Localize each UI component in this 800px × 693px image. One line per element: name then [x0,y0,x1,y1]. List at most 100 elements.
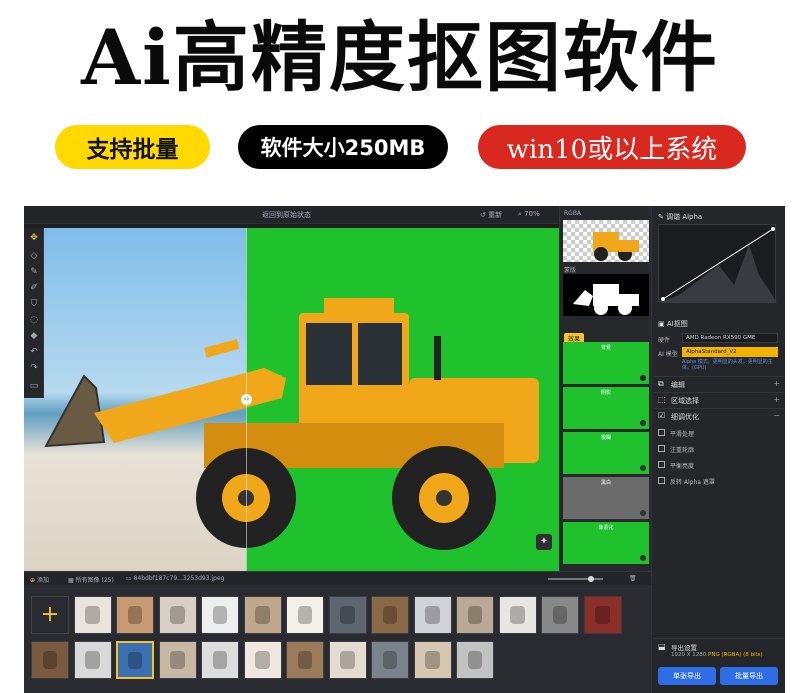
compare-handle[interactable]: ‹› [241,394,252,405]
effect-blur[interactable]: 模糊 [563,432,649,474]
current-file-name: ▭ 84bdbf187c79...3253d93.jpeg [126,575,225,582]
pencil-tool-icon[interactable]: ✎ [28,266,40,278]
option-label: 注重轮廓 [670,447,695,454]
image-thumbnail[interactable] [456,596,494,634]
option-label: 反转 Alpha 遮罩 [670,479,715,486]
refine-section[interactable]: ☑ 细调优化 − [654,408,784,422]
model-tip: Alpha 模式。更明显的头发。更明显的主体。(GPU) [682,359,773,371]
mask-preview[interactable] [563,274,649,316]
region-select-section[interactable]: ⬚ 区域选择 + [654,392,784,406]
export-batch-button[interactable]: 批量导出 [720,667,778,685]
zoom-control[interactable]: ⌕ 70% [518,210,540,219]
image-thumbnail[interactable] [158,641,197,679]
image-thumbnail[interactable] [73,596,112,634]
image-thumbnail[interactable] [328,641,367,679]
image-thumbnail[interactable] [371,596,409,634]
undo-icon[interactable]: ↶ [28,346,40,358]
image-thumbnail[interactable] [328,596,367,634]
brush-tool-icon[interactable]: ✐ [28,282,40,294]
eraser-tool-icon[interactable]: ◇ [28,250,40,262]
edit-icon: ⧉ [658,379,664,388]
thumbnail-size-slider[interactable] [548,576,603,582]
option-smooth[interactable]: 平滑处理 [658,428,778,438]
page-title: Ai高精度抠图软件 [81,13,719,102]
image-thumbnail[interactable] [243,596,282,634]
effect-label: 阴影 [600,390,611,396]
image-thumbnail[interactable] [413,641,452,679]
model-label: AI 模型 [658,351,678,358]
refine-label: 细调优化 [671,413,699,421]
export-icon: ⬓ [658,642,666,651]
export-single-button[interactable]: 单张导出 [658,667,716,685]
effect-grayscale[interactable]: 黑白 [563,477,649,519]
model-select[interactable]: AlphaStandard_V2 [682,347,778,357]
zoom-value: 70% [524,210,540,218]
filmstrip-toolbar: ⊕ 添加 ▦ 所有图像 (25) ▭ 84bdbf187c79...3253d9… [24,571,651,585]
image-thumbnail[interactable] [583,596,622,634]
export-settings[interactable]: ⬓ 导出设置 1920 X 1280 PNG (RGBA) (8 bits) [654,638,784,662]
move-tool-icon[interactable]: ✥ [28,232,40,244]
checkbox[interactable] [658,477,665,484]
image-thumbnail[interactable] [286,596,324,634]
image-thumbnail[interactable] [116,641,154,679]
edit-label: 编辑 [671,381,685,389]
option-brightness[interactable]: 平衡亮度 [658,460,778,470]
effect-shadow[interactable]: 阴影 [563,387,649,429]
region-label: 区域选择 [671,397,699,405]
toggle-dot-icon [640,420,646,426]
export-label: 导出设置 [671,644,697,652]
mask-label: 蒙版 [564,267,577,274]
option-invert-alpha[interactable]: 反转 Alpha 遮罩 [658,476,778,486]
image-thumbnail[interactable] [158,596,197,634]
reset-button[interactable]: ↺ 重新 [480,210,502,220]
feature-pill-os: win10或以上系统 [478,125,746,169]
add-icon[interactable]: + [773,395,780,404]
add-image-slot[interactable]: + [31,596,69,634]
add-images-button[interactable]: ⊕ 添加 [30,575,49,584]
image-thumbnail[interactable] [498,596,537,634]
effect-label: 像素化 [598,525,614,531]
edit-section[interactable]: ⧉ 编辑 + [654,376,784,390]
delete-icon[interactable]: 🗑 [629,575,637,582]
image-canvas[interactable]: ‹› ✦ [24,228,559,571]
image-thumbnail[interactable] [286,641,324,679]
effect-pixelate[interactable]: 像素化 [563,522,649,564]
image-thumbnail[interactable] [413,596,452,634]
settings-panel: ✎ 调谐 Alpha ▣ AI抠图 硬件 AMD Radeon RX590 GM… [651,206,785,693]
preview-column: RGBA 蒙版 效果 背景 阴影 模糊 黑白 像素化 [559,206,651,571]
image-thumbnail[interactable] [201,596,239,634]
add-icon[interactable]: + [773,379,780,388]
region-icon: ⬚ [658,395,666,404]
image-thumbnail[interactable] [456,641,494,679]
checkbox[interactable] [658,429,665,436]
image-thumbnail[interactable] [243,641,282,679]
alpha-tuning-title: ✎ 调谐 Alpha [658,213,703,221]
checkbox[interactable] [658,445,665,452]
feature-pill-batch: 支持批量 [55,125,210,169]
bucket-tool-icon[interactable]: ⛉ [28,298,40,310]
image-thumbnail[interactable] [541,596,579,634]
image-thumbnail[interactable] [201,641,239,679]
feature-pill-size: 软件大小250MB [238,125,448,169]
revert-button[interactable]: 返回到原始状态 [262,210,311,220]
toggle-dot-icon [640,555,646,561]
effect-label: 黑白 [600,480,611,486]
lasso-tool-icon[interactable]: ◌ [28,314,40,326]
collapse-icon[interactable]: − [773,411,780,420]
option-contour[interactable]: 注重轮廓 [658,444,778,454]
frame-tool-icon[interactable]: ▭ [28,380,40,392]
all-images-tab[interactable]: ▦ 所有图像 (25) [68,575,114,584]
magic-wand-button[interactable]: ✦ [536,534,552,550]
device-select[interactable]: AMD Radeon RX590 GME [682,333,778,343]
image-thumbnail[interactable] [116,596,154,634]
diamond-tool-icon[interactable]: ◆ [28,330,40,342]
image-thumbnail[interactable] [31,641,69,679]
image-thumbnail[interactable] [73,641,112,679]
redo-icon[interactable]: ↷ [28,362,40,374]
rgba-preview[interactable] [563,220,649,262]
effect-background[interactable]: 背景 [563,342,649,384]
device-label: 硬件 [658,337,671,344]
image-thumbnail[interactable] [371,641,409,679]
checkbox[interactable] [658,461,665,468]
alpha-curve-graph[interactable] [658,224,777,303]
